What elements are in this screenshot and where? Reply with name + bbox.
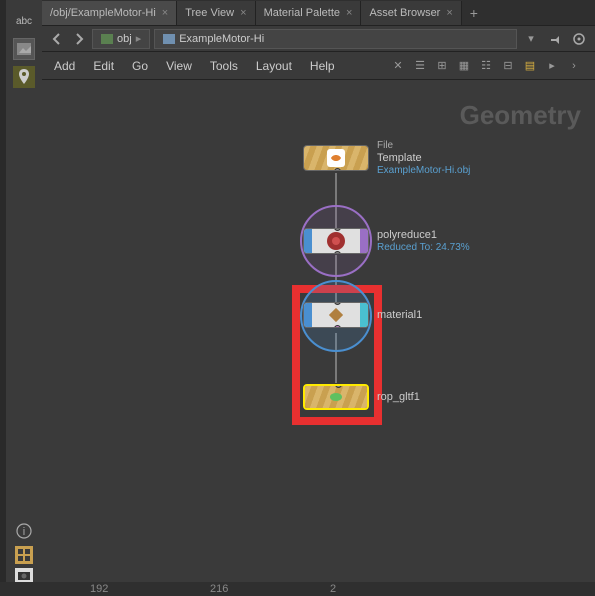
list-icon[interactable]: ☰ <box>411 57 429 75</box>
node-rop-gltf[interactable]: rop_gltf1 <box>303 384 420 410</box>
file-icon <box>327 149 345 167</box>
ruler: 192 216 2 <box>0 582 595 596</box>
node-polyreduce[interactable]: polyreduce1 Reduced To: 24.73% <box>303 228 470 254</box>
network-canvas[interactable]: Geometry File Template ExampleMotor-Hi.o… <box>42 80 595 582</box>
pin-button[interactable] <box>545 29 565 49</box>
add-tab-button[interactable]: + <box>462 1 486 25</box>
table-icon[interactable]: ☷ <box>477 57 495 75</box>
node-subtitle: Reduced To: 24.73% <box>377 242 470 253</box>
camera-icon[interactable] <box>15 568 33 582</box>
palette-icon[interactable]: ▸ <box>543 57 561 75</box>
menu-bar: Add Edit Go View Tools Layout Help ✕ ☰ ⊞… <box>42 52 595 80</box>
forward-button[interactable] <box>70 30 88 48</box>
material-icon <box>327 306 345 324</box>
chevron-right-icon[interactable]: › <box>565 57 583 75</box>
tab-asset-browser[interactable]: Asset Browser × <box>361 1 461 25</box>
menu-go[interactable]: Go <box>132 59 148 73</box>
tab-label: Tree View <box>185 7 234 19</box>
menu-layout[interactable]: Layout <box>256 59 292 73</box>
node-file[interactable]: File Template ExampleMotor-Hi.obj <box>303 140 470 176</box>
path-bar: obj ▸ ExampleMotor-Hi ▾ <box>42 26 595 52</box>
wrench-icon[interactable]: ✕ <box>389 57 407 75</box>
info-icon[interactable]: i <box>13 520 35 542</box>
node-type-label: File <box>377 140 470 151</box>
path-segment-obj[interactable]: obj ▸ <box>92 29 150 49</box>
node-title: polyreduce1 <box>377 229 470 241</box>
context-label: Geometry <box>460 100 581 131</box>
menu-help[interactable]: Help <box>310 59 335 73</box>
geo-icon <box>163 34 175 44</box>
close-icon[interactable]: × <box>446 7 452 19</box>
abc-icon[interactable]: abc <box>13 10 35 32</box>
close-icon[interactable]: × <box>162 7 168 19</box>
layout-icon[interactable]: ⊟ <box>499 57 517 75</box>
tab-label: Material Palette <box>264 7 340 19</box>
dropdown-icon[interactable]: ▾ <box>521 29 541 49</box>
export-icon <box>327 388 345 406</box>
grid-icon[interactable] <box>15 546 33 564</box>
node-title: material1 <box>377 309 422 321</box>
path-segment-current[interactable]: ExampleMotor-Hi <box>154 29 517 49</box>
tab-tree-view[interactable]: Tree View × <box>177 1 255 25</box>
node-title: Template <box>377 152 470 164</box>
chevron-right-icon: ▸ <box>136 32 142 45</box>
close-icon[interactable]: × <box>240 7 246 19</box>
tab-material-palette[interactable]: Material Palette × <box>256 1 362 25</box>
back-button[interactable] <box>48 30 66 48</box>
menu-view[interactable]: View <box>166 59 192 73</box>
tab-bar: /obj/ExampleMotor-Hi × Tree View × Mater… <box>42 0 595 26</box>
network-icon <box>101 34 113 44</box>
target-icon[interactable] <box>569 29 589 49</box>
close-icon[interactable]: × <box>346 7 352 19</box>
note-icon[interactable]: ▤ <box>521 57 539 75</box>
node-material[interactable]: material1 <box>303 302 422 328</box>
left-toolbar: abc <box>6 0 42 582</box>
tab-label: Asset Browser <box>369 7 440 19</box>
grid-view-icon[interactable]: ▦ <box>455 57 473 75</box>
menu-add[interactable]: Add <box>54 59 75 73</box>
image-icon[interactable] <box>13 38 35 60</box>
tab-label: /obj/ExampleMotor-Hi <box>50 7 156 19</box>
menu-edit[interactable]: Edit <box>93 59 114 73</box>
svg-text:i: i <box>23 526 25 538</box>
polyreduce-icon <box>327 232 345 250</box>
node-subtitle: ExampleMotor-Hi.obj <box>377 165 470 176</box>
tab-network[interactable]: /obj/ExampleMotor-Hi × <box>42 1 177 25</box>
pin-marker-icon[interactable] <box>13 66 35 88</box>
menu-tools[interactable]: Tools <box>210 59 238 73</box>
tree-icon[interactable]: ⊞ <box>433 57 451 75</box>
node-title: rop_gltf1 <box>377 391 420 403</box>
